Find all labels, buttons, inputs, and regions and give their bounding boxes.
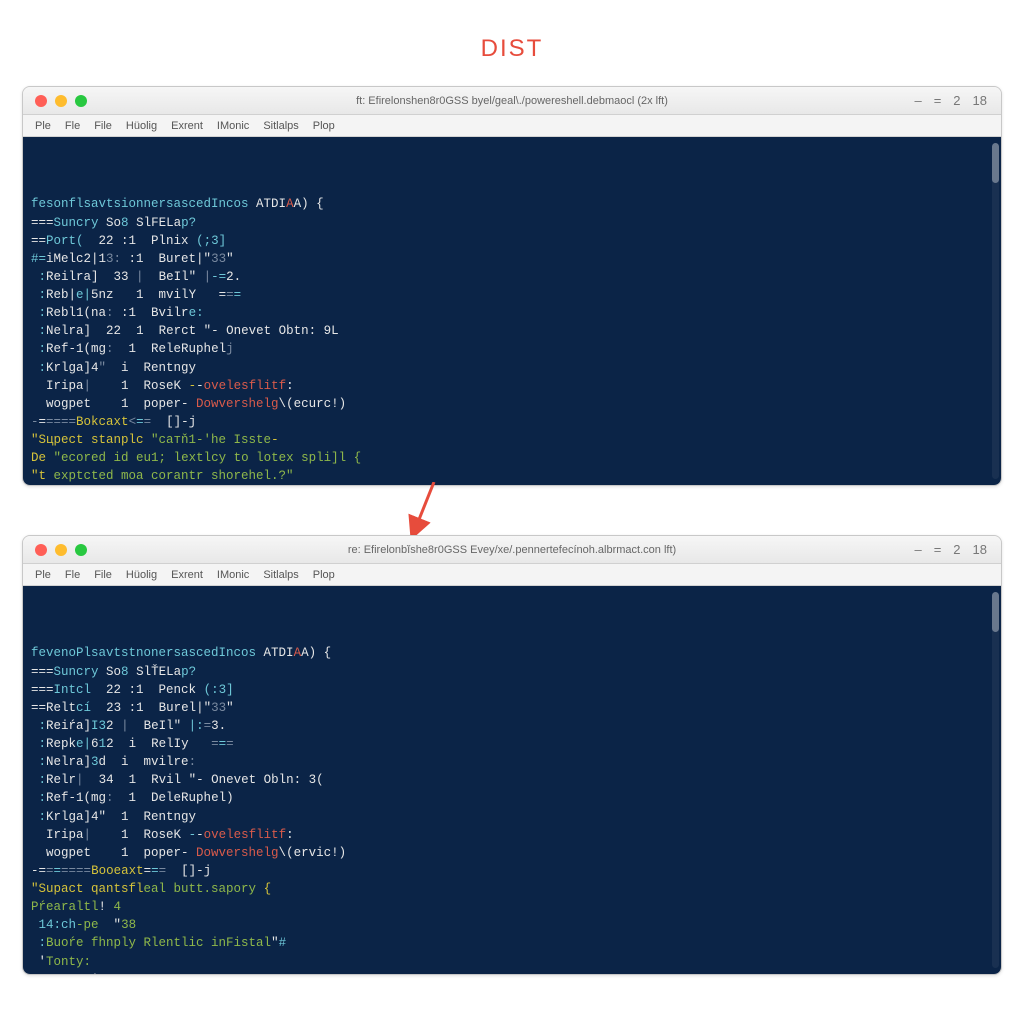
menu-item[interactable]: Plop [313,120,335,132]
control-1[interactable]: = [934,93,942,108]
close-icon[interactable] [35,95,47,107]
terminal-line: "t exptcted moa corantr shorehel.?" [31,467,993,485]
terminal-line: Pŕearaltl! 4 [31,898,993,916]
terminal-line: :Relr| 34 1 Rvil "- Onevet Obln: 3( [31,771,993,789]
arrow-icon [408,482,448,538]
terminal-line: :Ref-1(mg: 1 DeleRuphel) [31,789,993,807]
titlebar[interactable]: re: Efirelonbĭshe8r0GSS Evey/xe/.pennert… [23,536,1001,564]
control-0[interactable]: – [914,93,921,108]
terminal-window-top: ft: Efirelonshen8r0GSS byel/geal\./power… [22,86,1002,486]
terminal-line: ===Suncry So8 SlFELap? [31,214,993,232]
control-0[interactable]: – [914,542,921,557]
minimize-icon[interactable] [55,95,67,107]
menu-item[interactable]: Sitlalps [263,120,298,132]
terminal-line: 14:ch-pe "38 [31,916,993,934]
terminal-output[interactable]: fesonflsavtsionnersascedIncos ATDIAA) {=… [23,137,1001,485]
menu-item[interactable]: Fle [65,120,80,132]
terminal-line: :Ref-1(mg: 1 ReleRuphelj [31,340,993,358]
terminal-line: Iripa| 1 RoseK --ovelesflitf: [31,377,993,395]
terminal-line: Iripa| 1 RoseK --ovelesflitf: [31,826,993,844]
terminal-line: #=iMelc2|13: :1 Buret|"33" [31,250,993,268]
window-title: ft: Efirelonshen8r0GSS byel/geal\./power… [23,95,1001,107]
terminal-line: wogpet 1 poper- Dowvershelg\(ervic!) [31,844,993,862]
terminal-line: ===Suncry So8 SlŤELap? [31,663,993,681]
terminal-line: :Rebl1(na: :1 Bvilre: [31,304,993,322]
menu-item[interactable]: Hüolig [126,569,157,581]
terminal-output[interactable]: fevenoPlsavtstnonersascedIncos ATDIAA) {… [23,586,1001,974]
terminal-line: ==Port( 22 :1 Plnix (;3] [31,232,993,250]
maximize-icon[interactable] [75,95,87,107]
terminal-line: :Nelra] 22 1 Rerct "- Onevet Obtn: 9L [31,322,993,340]
terminal-line: :Reilra] 33 | BeIl" |-=2. [31,268,993,286]
window-controls-right: – = 2 18 [914,542,1001,557]
menu-item[interactable]: File [94,120,112,132]
menu-item[interactable]: Hüolig [126,120,157,132]
traffic-lights [23,544,87,556]
titlebar[interactable]: ft: Efirelonshen8r0GSS byel/geal\./power… [23,87,1001,115]
control-3[interactable]: 18 [973,93,987,108]
menu-item[interactable]: File [94,569,112,581]
terminal-line: fesonflsavtsionnersascedIncos ATDIAA) { [31,195,993,213]
close-icon[interactable] [35,544,47,556]
terminal-line: "Sцpect stanplc "caтň1-'he Isste- [31,431,993,449]
scrollbar[interactable] [992,143,999,479]
menu-item[interactable]: Sitlalps [263,569,298,581]
traffic-lights [23,95,87,107]
control-1[interactable]: = [934,542,942,557]
menu-item[interactable]: Exrent [171,120,203,132]
terminal-line: :Krlga]4" 1 Rentngy [31,808,993,826]
control-3[interactable]: 18 [973,542,987,557]
scrollbar-thumb[interactable] [992,143,999,183]
menu-item[interactable]: Fle [65,569,80,581]
menu-item[interactable]: Plop [313,569,335,581]
menubar: Ple Fle File Hüolig Exrent IMonic Sitlal… [23,115,1001,137]
terminal-line: -=======Booeaxt=== []-j [31,862,993,880]
menu-item[interactable]: IMonic [217,120,249,132]
terminal-line: :Krlga]4" i Rentngy [31,359,993,377]
window-title: re: Efirelonbĭshe8r0GSS Evey/xe/.pennert… [23,544,1001,556]
terminal-line: ==Reltcí 23 :1 Burel|"33" [31,699,993,717]
terminal-window-bottom: re: Efirelonbĭshe8r0GSS Evey/xe/.pennert… [22,535,1002,975]
menu-item[interactable]: Exrent [171,569,203,581]
terminal-line: -=====Bokcaxt<== []-j [31,413,993,431]
terminal-line: "Supact qantsfleal butt.sapory { [31,880,993,898]
terminal-line: 'Tonty: [31,953,993,971]
menubar: Ple Fle File Hüolig Exrent IMonic Sitlal… [23,564,1001,586]
maximize-icon[interactable] [75,544,87,556]
scrollbar-thumb[interactable] [992,592,999,632]
page-title: DIST [0,0,1024,78]
terminal-line: ===Intcl 22 :1 Penck (:3] [31,681,993,699]
menu-item[interactable]: IMonic [217,569,249,581]
terminal-line: 1 psing 1 [31,971,993,974]
window-controls-right: – = 2 18 [914,93,1001,108]
terminal-line: fevenoPlsavtstnonersascedIncos ATDIAA) { [31,644,993,662]
terminal-line: :Repke|612 i RelIy === [31,735,993,753]
control-2[interactable]: 2 [953,93,960,108]
terminal-line: :Reiŕa]I32 | BeIl" |:=3. [31,717,993,735]
scrollbar[interactable] [992,592,999,968]
terminal-line: :Reb|e|5nz 1 mvilY === [31,286,993,304]
terminal-line: De "ecored id eu1; lextlcy to lotex spli… [31,449,993,467]
terminal-line: wogpet 1 poper- Dowvershelg\(ecurc!) [31,395,993,413]
menu-item[interactable]: Ple [35,569,51,581]
terminal-line: :Nelra]3d i mvilre: [31,753,993,771]
terminal-line: :Buoŕe fhnply Rlentlic inFistal"# [31,934,993,952]
menu-item[interactable]: Ple [35,120,51,132]
control-2[interactable]: 2 [953,542,960,557]
minimize-icon[interactable] [55,544,67,556]
